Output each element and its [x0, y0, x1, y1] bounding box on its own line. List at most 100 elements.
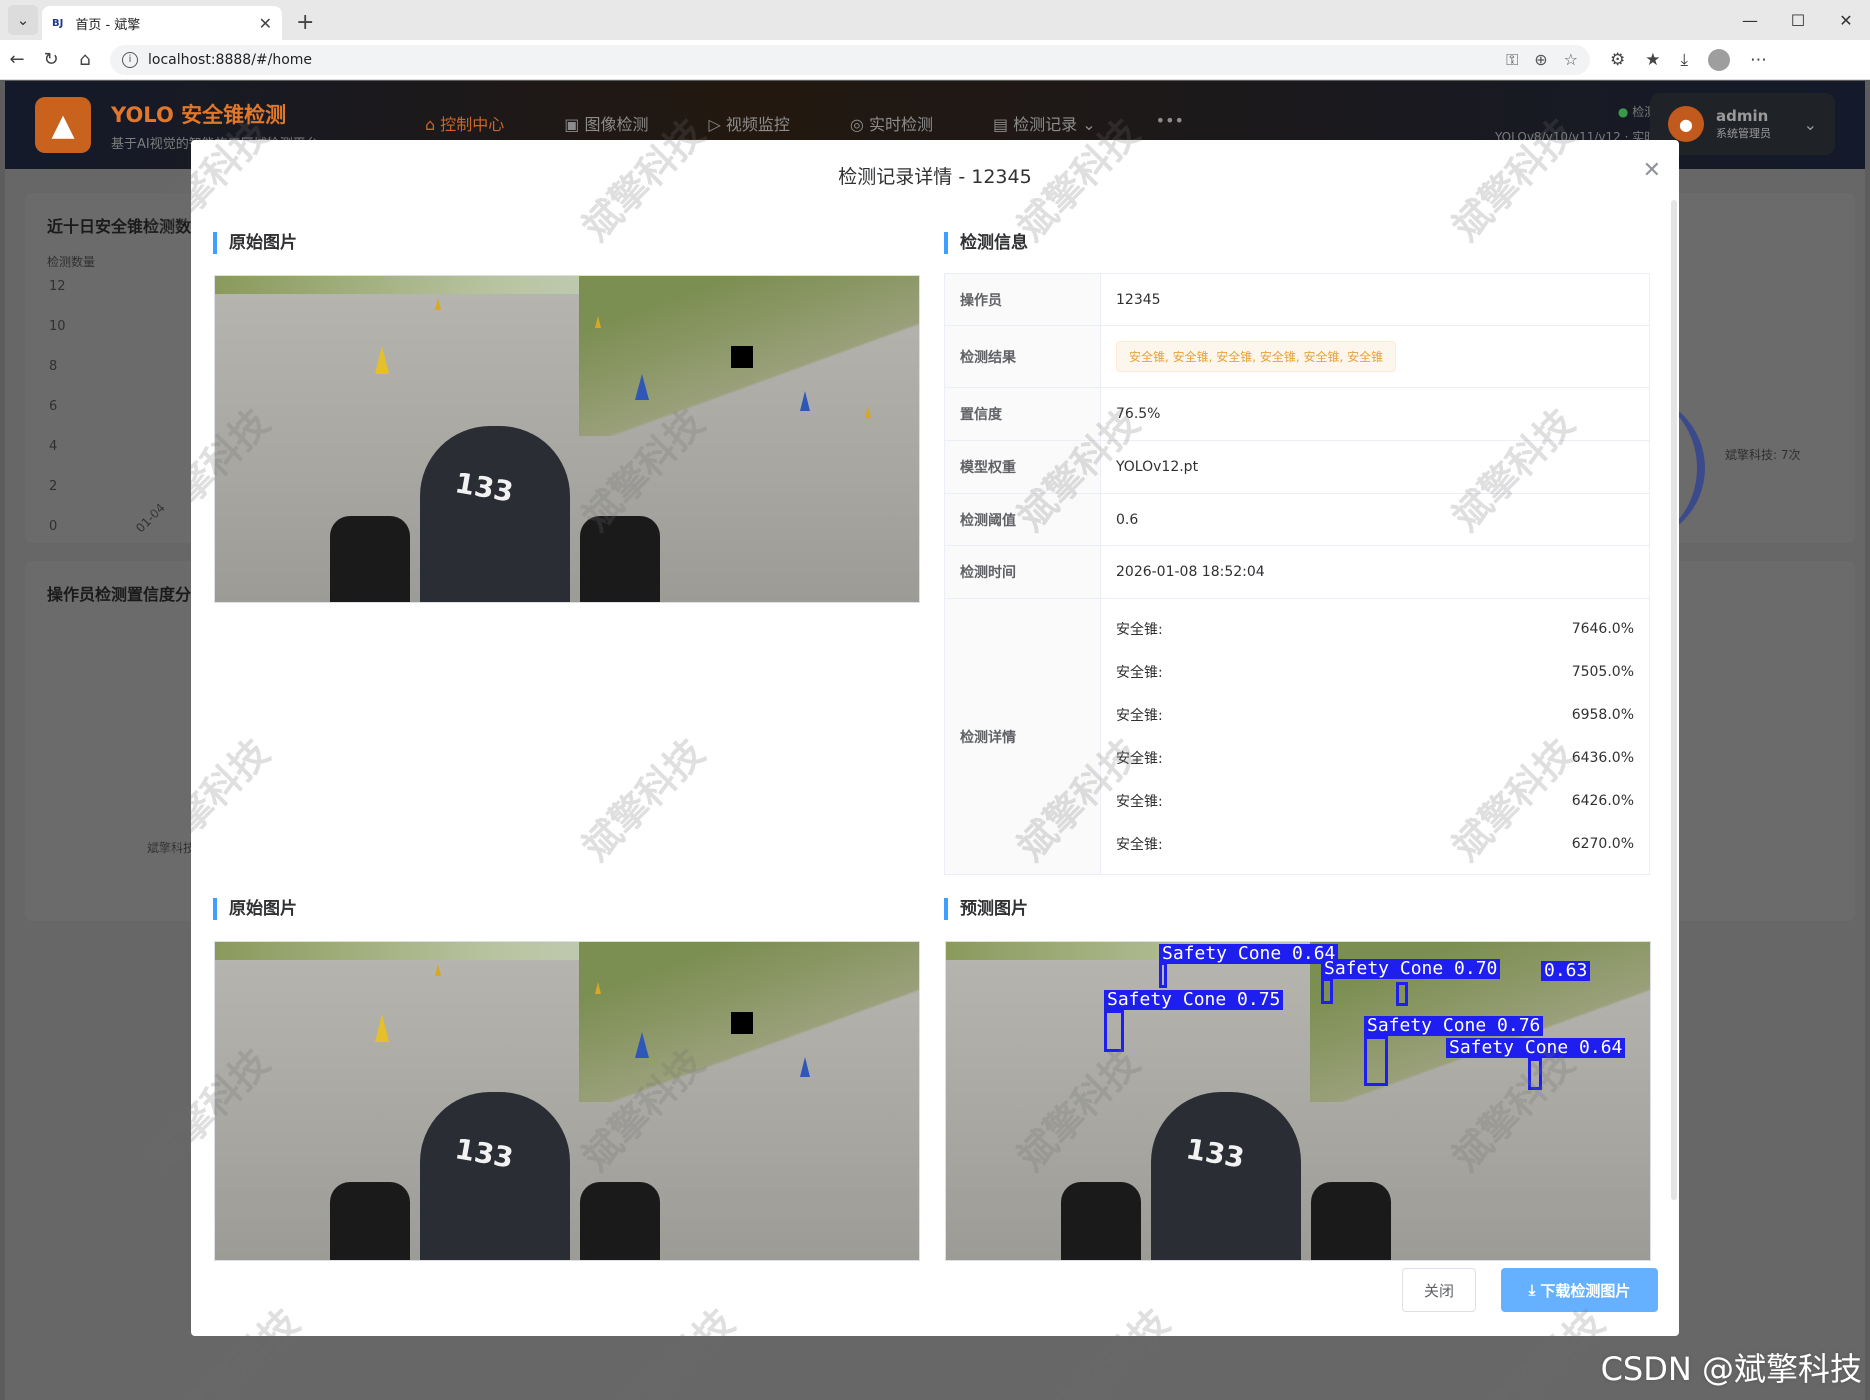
y-tick: 10	[49, 319, 66, 334]
menu-item-image[interactable]: ▣ 图像检测	[564, 111, 648, 135]
minimize-button[interactable]: —	[1726, 0, 1774, 40]
model-value: YOLOv12.pt	[1100, 440, 1650, 494]
window-close-button[interactable]: ✕	[1822, 0, 1870, 40]
more-icon[interactable]: ⋯	[1750, 50, 1767, 70]
y-tick: 12	[49, 279, 66, 294]
detail-row: 安全锥: 6270.0%	[1116, 836, 1634, 853]
menu-item-control[interactable]: ⌂ 控制中心	[425, 111, 504, 135]
detail-row: 安全锥: 6426.0%	[1116, 793, 1634, 810]
detection-label: Safety Cone 0.64	[1446, 1038, 1626, 1058]
star-icon[interactable]: ☆	[1564, 50, 1578, 70]
category-label: 斌擎科技	[147, 841, 196, 855]
user-role: 系统管理员	[1716, 127, 1771, 140]
record-detail-dialog: 检测记录详情 - 12345 ✕ 原始图片 检测信息 133 操作员 12345 …	[191, 140, 1679, 1336]
menu-item-video[interactable]: ▷ 视频监控	[708, 111, 789, 135]
status-dot-icon: ●	[1617, 105, 1629, 119]
detection-label: Safety Cone 0.76	[1364, 1016, 1544, 1036]
detection-label: 0.63	[1541, 961, 1591, 981]
detection-label: Safety Cone 0.64	[1159, 944, 1339, 964]
extensions-icon[interactable]: ⚙	[1610, 50, 1625, 70]
detection-label: Safety Cone 0.75	[1104, 990, 1284, 1010]
y-tick: 2	[49, 479, 58, 494]
info-icon[interactable]: i	[122, 51, 138, 68]
user-avatar-icon: ●	[1668, 106, 1704, 142]
detail-row: 安全锥: 6436.0%	[1116, 750, 1634, 767]
maximize-button[interactable]: ☐	[1774, 0, 1822, 40]
y-axis-label: 检测数量	[47, 255, 96, 269]
result-tag: 安全锥, 安全锥, 安全锥, 安全锥, 安全锥, 安全锥	[1116, 341, 1397, 372]
confidence-value: 76.5%	[1100, 387, 1650, 441]
threshold-value: 0.6	[1100, 493, 1650, 546]
detail-row: 安全锥: 7505.0%	[1116, 664, 1634, 681]
detail-row: 安全锥: 6958.0%	[1116, 707, 1634, 724]
detection-box	[1528, 1058, 1542, 1090]
new-tab-button[interactable]: +	[296, 10, 314, 35]
detail-row: 安全锥: 7646.0%	[1116, 621, 1634, 638]
time-value: 2026-01-08 18:52:04	[1100, 545, 1650, 599]
image-icon: ▣	[564, 115, 585, 134]
detection-box	[1104, 1010, 1124, 1052]
section-title-predicted: 预测图片	[944, 898, 1028, 920]
operator-value: 12345	[1100, 273, 1650, 326]
brand-title: YOLO 安全锥检测	[111, 102, 287, 127]
detection-box	[1159, 962, 1167, 988]
detection-info-table: 操作员 12345 检测结果 安全锥, 安全锥, 安全锥, 安全锥, 安全锥, 安全…	[944, 273, 1650, 875]
menu-more[interactable]: •••	[1156, 111, 1184, 135]
main-menu: ⌂ 控制中心 ▣ 图像检测 ▷ 视频监控 ◎ 实时检测 ▤ 检测记录 ⌄ •••	[425, 111, 1184, 135]
home-button[interactable]: ⌂	[68, 49, 102, 70]
dialog-title: 检测记录详情 - 12345	[838, 166, 1032, 188]
download-icon[interactable]: ⤓	[1681, 50, 1689, 70]
back-button[interactable]: ←	[0, 49, 34, 70]
menu-item-records[interactable]: ▤ 检测记录 ⌄	[993, 111, 1096, 135]
detection-details: 安全锥: 7646.0% 安全锥: 7505.0% 安全锥: 6958.0% 安全锥:…	[1100, 598, 1650, 875]
chevron-down-icon: ⌄	[1803, 114, 1817, 134]
toolbar-icons: ⚙ ★ ⤓ ⋯	[1610, 48, 1767, 71]
camera-icon: ◎	[849, 115, 869, 134]
pie-label: 斌擎科技: 7次	[1725, 448, 1801, 462]
play-icon: ▷	[708, 115, 726, 134]
x-tick: 01-04	[133, 500, 168, 536]
y-tick: 4	[49, 439, 58, 454]
address-bar: ← ↻ ⌂ i localhost:8888/#/home ⚿ ⊕ ☆ ⚙ ★ …	[0, 40, 1870, 80]
scrollbar[interactable]	[1671, 200, 1677, 1200]
tab-close-icon[interactable]: ✕	[259, 14, 272, 33]
document-icon: ▤	[992, 115, 1014, 134]
section-title-original: 原始图片	[213, 232, 297, 254]
profile-avatar[interactable]	[1708, 48, 1731, 71]
zoom-icon[interactable]: ⊕	[1534, 50, 1547, 70]
download-button[interactable]: ⤓ 下载检测图片	[1501, 1268, 1658, 1312]
tab-list-dropdown[interactable]: ⌄	[8, 5, 38, 35]
user-name: admin	[1716, 107, 1769, 125]
chevron-down-icon: ⌄	[1082, 115, 1096, 134]
section-title-original-2: 原始图片	[213, 898, 297, 920]
url-text: localhost:8888/#/home	[148, 51, 313, 68]
home-icon: ⌂	[425, 115, 441, 134]
reload-button[interactable]: ↻	[34, 49, 68, 70]
close-button[interactable]: 关闭	[1402, 1268, 1476, 1312]
logo-cone-icon: ▲	[35, 97, 91, 153]
csdn-watermark: CSDN @斌擎科技	[1600, 1350, 1862, 1388]
window-controls: — ☐ ✕	[1726, 0, 1870, 40]
chevron-down-icon: ⌄	[16, 11, 30, 29]
original-image: 133	[214, 275, 920, 603]
favorites-icon[interactable]: ★	[1645, 50, 1660, 70]
original-image-2: 133	[214, 941, 920, 1261]
url-actions: ⚿ ⊕ ☆	[1506, 50, 1578, 70]
y-tick: 0	[49, 519, 58, 534]
detection-label: Safety Cone 0.70	[1321, 959, 1501, 979]
url-field[interactable]: i localhost:8888/#/home ⚿ ⊕ ☆	[110, 44, 1590, 75]
card-title: 操作员检测置信度分	[47, 585, 192, 604]
detection-box	[1396, 982, 1408, 1006]
close-icon[interactable]: ✕	[1643, 158, 1661, 183]
favicon-icon: BJ	[52, 17, 64, 29]
tab-title: 首页 - 斌擎	[75, 17, 141, 33]
detection-box	[1364, 1036, 1388, 1086]
predicted-image: 133 Safety Cone 0.64 Safety Cone 0.70 0.…	[945, 941, 1651, 1261]
detection-box	[1321, 978, 1333, 1004]
browser-tab[interactable]: BJ 首页 - 斌擎 ✕	[42, 6, 282, 40]
download-icon: ⤓	[1528, 1281, 1541, 1299]
y-tick: 6	[49, 399, 58, 414]
menu-item-realtime[interactable]: ◎ 实时检测	[850, 111, 933, 135]
y-tick: 8	[49, 359, 58, 374]
key-icon[interactable]: ⚿	[1506, 50, 1518, 70]
